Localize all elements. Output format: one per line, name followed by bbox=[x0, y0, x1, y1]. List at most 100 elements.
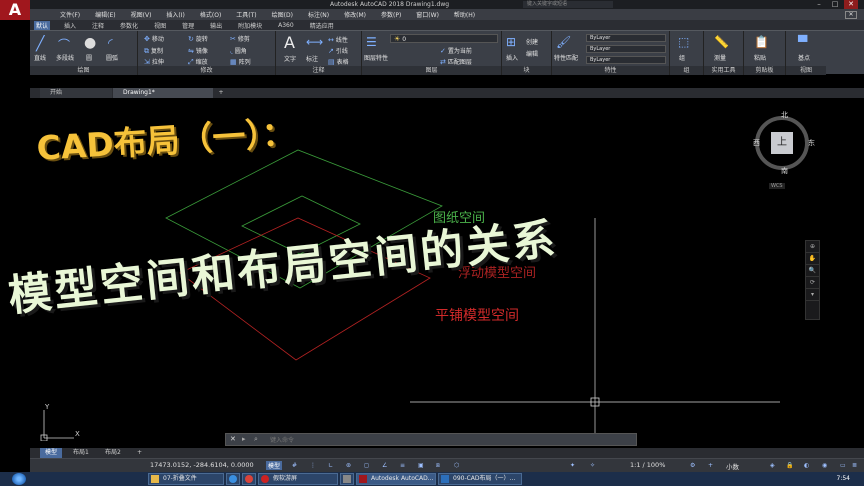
layout-tab-model[interactable]: 模型 bbox=[40, 448, 63, 458]
taskbar-item-chrome[interactable] bbox=[242, 473, 256, 485]
layer-dropdown[interactable]: ☀ 0 bbox=[390, 34, 498, 43]
text-tool[interactable]: A bbox=[284, 33, 297, 52]
zoom-icon[interactable]: 🔍 bbox=[806, 265, 819, 277]
close-button[interactable]: ✕ bbox=[844, 0, 858, 9]
layer-properties-tool[interactable]: ☰ bbox=[366, 35, 379, 49]
menu-modify[interactable]: 修改(M) bbox=[344, 10, 366, 19]
polyline-tool[interactable]: ⌒ bbox=[58, 36, 72, 53]
array-tool[interactable]: ▦ 阵列 bbox=[230, 57, 251, 66]
cube-top-face[interactable]: 上 bbox=[771, 132, 793, 154]
coordinate-readout[interactable]: 17473.0152, -284.6104, 0.0000 bbox=[150, 461, 254, 469]
isolate-objects-icon[interactable]: ◐ bbox=[804, 462, 809, 469]
annotation-visibility-icon[interactable]: ✦ bbox=[570, 462, 575, 469]
app-menu-button[interactable]: A bbox=[0, 0, 30, 20]
mirror-tool[interactable]: ⇋ 镜像 bbox=[188, 46, 208, 55]
selection-cycling-icon[interactable]: ⧈ bbox=[436, 462, 440, 470]
model-space-toggle[interactable]: 模型 bbox=[266, 461, 283, 470]
match-layer-tool[interactable]: ⇄ 匹配图层 bbox=[440, 57, 472, 66]
new-layout-button[interactable]: + bbox=[132, 448, 147, 458]
arc-tool[interactable]: ◜ bbox=[108, 36, 115, 50]
table-tool[interactable]: ▤ 表格 bbox=[328, 57, 349, 66]
rotate-tool[interactable]: ↻ 旋转 bbox=[188, 34, 208, 43]
menu-view[interactable]: 视图(V) bbox=[131, 10, 152, 19]
command-close-icon[interactable]: ✕ bbox=[230, 435, 236, 443]
base-point-tool[interactable]: ▀ bbox=[798, 35, 809, 49]
measure-tool[interactable]: 📏 bbox=[714, 35, 731, 49]
tab-annotate[interactable]: 注释 bbox=[90, 21, 106, 30]
lineweight-dropdown[interactable]: ByLayer bbox=[586, 56, 666, 64]
auto-scale-icon[interactable]: ✧ bbox=[590, 462, 595, 469]
polar-icon[interactable]: ⊛ bbox=[346, 462, 351, 469]
tab-parametric[interactable]: 参数化 bbox=[118, 21, 140, 30]
transparency-icon[interactable]: ▣ bbox=[418, 462, 424, 469]
add-icon[interactable]: + bbox=[708, 462, 713, 469]
compass-east[interactable]: 东 bbox=[808, 138, 815, 148]
move-tool[interactable]: ✥ 移动 bbox=[144, 34, 164, 43]
fillet-tool[interactable]: ◟ 圆角 bbox=[230, 46, 247, 55]
clean-screen-icon[interactable]: ▭ bbox=[840, 462, 846, 469]
ortho-icon[interactable]: ∟ bbox=[328, 462, 333, 469]
linear-tool[interactable]: ↔ 线性 bbox=[328, 35, 348, 44]
pan-icon[interactable]: ✋ bbox=[806, 253, 819, 265]
copy-tool[interactable]: ⧉ 复制 bbox=[144, 46, 163, 56]
customization-icon[interactable]: ≣ bbox=[852, 462, 857, 469]
steering-wheel-icon[interactable]: ⊕ bbox=[806, 241, 819, 253]
compass-south[interactable]: 南 bbox=[781, 166, 788, 176]
menu-dimension[interactable]: 标注(N) bbox=[308, 10, 329, 19]
menu-help[interactable]: 帮助(H) bbox=[454, 10, 475, 19]
taskbar-item-browser[interactable] bbox=[226, 473, 240, 485]
maximize-button[interactable]: □ bbox=[828, 0, 842, 9]
lineweight-icon[interactable]: ≡ bbox=[400, 462, 405, 469]
navbar-menu-icon[interactable]: ▾ bbox=[806, 289, 819, 301]
menu-file[interactable]: 文件(F) bbox=[60, 10, 80, 19]
command-search-icon[interactable]: ⌕ bbox=[254, 435, 258, 444]
osnap-icon[interactable]: ◻ bbox=[364, 462, 369, 469]
taskbar-item-folder[interactable]: 07-折叠文件 bbox=[148, 473, 224, 485]
wcs-menu[interactable]: WCS bbox=[769, 183, 785, 189]
quick-properties-icon[interactable]: ◈ bbox=[770, 462, 775, 469]
layout-tab-layout1[interactable]: 布局1 bbox=[68, 448, 94, 458]
group-tool[interactable]: ⬚ bbox=[678, 35, 691, 49]
snap-icon[interactable]: ⋮ bbox=[310, 462, 316, 469]
compass-west[interactable]: 西 bbox=[753, 138, 760, 148]
tab-a360[interactable]: A360 bbox=[276, 22, 296, 29]
file-tab-drawing1[interactable]: Drawing1* bbox=[113, 88, 213, 98]
set-current-tool[interactable]: ✓ 置为当前 bbox=[440, 46, 472, 55]
edit-block-tool[interactable]: 编辑 bbox=[526, 49, 538, 58]
otrack-icon[interactable]: ∠ bbox=[382, 462, 387, 469]
minimize-button[interactable]: – bbox=[812, 0, 826, 9]
command-history-icon[interactable]: ▸ bbox=[242, 435, 246, 443]
lock-ui-icon[interactable]: 🔒 bbox=[786, 462, 793, 469]
document-close-button[interactable]: ✕ bbox=[845, 11, 857, 19]
line-tool[interactable]: ╱ bbox=[36, 36, 46, 52]
paste-tool[interactable]: 📋 bbox=[754, 35, 771, 49]
taskbar-item-video[interactable]: 090-CAD布局（一）... bbox=[438, 473, 522, 485]
hardware-acceleration-icon[interactable]: ◉ bbox=[822, 462, 827, 469]
start-button[interactable] bbox=[12, 473, 26, 485]
taskbar-item-recorder[interactable]: 假软游屏 bbox=[258, 473, 338, 485]
menu-window[interactable]: 窗口(W) bbox=[416, 10, 439, 19]
search-input[interactable]: 键入关键字或短语 bbox=[523, 1, 613, 8]
taskbar-item-app[interactable] bbox=[340, 473, 354, 485]
command-input[interactable] bbox=[270, 435, 630, 445]
grid-icon[interactable]: # bbox=[292, 462, 297, 469]
match-properties-tool[interactable]: 🖌 bbox=[556, 35, 573, 49]
dimension-tool[interactable]: ⟷ bbox=[306, 35, 325, 49]
workspace-gear-icon[interactable]: ⚙ bbox=[690, 462, 695, 469]
units-selector[interactable]: 小数 bbox=[726, 461, 739, 471]
tab-featured-apps[interactable]: 精选应用 bbox=[308, 21, 336, 30]
tab-view[interactable]: 视图 bbox=[152, 21, 168, 30]
menu-draw[interactable]: 绘图(D) bbox=[272, 10, 293, 19]
tab-addins[interactable]: 附加模块 bbox=[236, 21, 264, 30]
tab-insert[interactable]: 插入 bbox=[62, 21, 78, 30]
linetype-dropdown[interactable]: ByLayer bbox=[586, 45, 666, 53]
menu-parametric[interactable]: 参数(P) bbox=[381, 10, 401, 19]
layout-tab-layout2[interactable]: 布局2 bbox=[100, 448, 126, 458]
file-tab-start[interactable]: 开始 bbox=[40, 88, 112, 98]
menu-insert[interactable]: 插入(I) bbox=[166, 10, 184, 19]
menu-format[interactable]: 格式(O) bbox=[200, 10, 221, 19]
tab-manage[interactable]: 管理 bbox=[180, 21, 196, 30]
taskbar-item-autocad[interactable]: Autodesk AutoCAD... bbox=[356, 473, 436, 485]
menu-tools[interactable]: 工具(T) bbox=[236, 10, 256, 19]
create-block-tool[interactable]: 创建 bbox=[526, 37, 538, 46]
